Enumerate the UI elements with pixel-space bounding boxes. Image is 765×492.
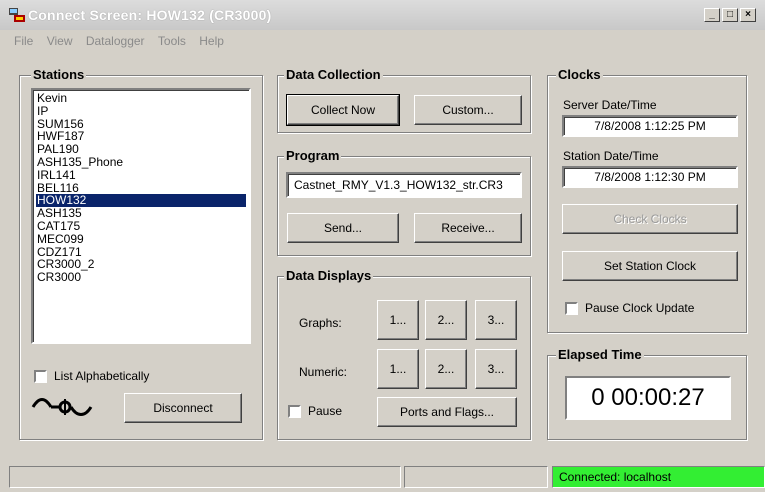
station-time-label: Station Date/Time: [563, 149, 659, 163]
graph-1-button[interactable]: 1...: [377, 300, 419, 340]
graph-3-button[interactable]: 3...: [475, 300, 517, 340]
clocks-title: Clocks: [556, 67, 603, 82]
window-title: Connect Screen: HOW132 (CR3000): [28, 7, 272, 23]
station-time-field: 7/8/2008 1:12:30 PM: [562, 166, 738, 188]
minimize-button[interactable]: _: [704, 8, 720, 22]
graph-2-button[interactable]: 2...: [425, 300, 467, 340]
stations-title: Stations: [31, 67, 87, 82]
connection-signal-icon: [31, 398, 93, 416]
station-list-item[interactable]: IRL141: [36, 168, 246, 182]
pause-checkbox[interactable]: [288, 405, 301, 418]
data-displays-title: Data Displays: [284, 268, 374, 283]
title-bar: Connect Screen: HOW132 (CR3000) _ □ ×: [0, 0, 765, 30]
menu-datalogger[interactable]: Datalogger: [86, 34, 145, 48]
check-clocks-button[interactable]: Check Clocks: [562, 204, 738, 234]
program-filename-field[interactable]: Castnet_RMY_V1.3_HOW132_str.CR3: [286, 172, 522, 198]
menu-file[interactable]: File: [14, 34, 33, 48]
collect-now-button[interactable]: Collect Now: [286, 94, 400, 126]
menu-bar: File View Datalogger Tools Help: [0, 34, 224, 56]
maximize-button[interactable]: □: [722, 8, 738, 22]
data-collection-title: Data Collection: [284, 67, 383, 82]
elapsed-time-title: Elapsed Time: [556, 347, 644, 362]
station-list-item[interactable]: CAT175: [36, 220, 246, 233]
disconnect-button[interactable]: Disconnect: [124, 393, 242, 423]
close-button[interactable]: ×: [740, 8, 756, 22]
server-time-field: 7/8/2008 1:12:25 PM: [562, 115, 738, 137]
pause-clock-update-checkbox[interactable]: [565, 302, 578, 315]
station-list-item[interactable]: CR3000: [36, 271, 246, 284]
station-list-item[interactable]: ASH135_Phone: [36, 156, 246, 169]
pause-clock-update-label: Pause Clock Update: [585, 301, 695, 315]
graphs-label: Graphs:: [299, 316, 342, 330]
list-alphabetically-label: List Alphabetically: [54, 369, 150, 383]
custom-button[interactable]: Custom...: [414, 95, 522, 125]
receive-button[interactable]: Receive...: [414, 213, 522, 243]
menu-view[interactable]: View: [47, 34, 73, 48]
app-icon: [9, 8, 25, 22]
list-alphabetically-checkbox[interactable]: [34, 370, 47, 383]
program-title: Program: [284, 148, 342, 163]
ports-and-flags-button[interactable]: Ports and Flags...: [377, 397, 517, 427]
status-panel-2: [404, 466, 548, 488]
station-list-item[interactable]: Kevin: [36, 92, 246, 105]
numeric-label: Numeric:: [299, 365, 348, 379]
status-panel-1: [9, 466, 401, 488]
numeric-2-button[interactable]: 2...: [425, 349, 467, 389]
menu-help[interactable]: Help: [199, 34, 224, 48]
send-button[interactable]: Send...: [287, 213, 399, 243]
server-time-label: Server Date/Time: [563, 98, 657, 112]
station-list-item[interactable]: IP: [36, 104, 246, 118]
connection-status: Connected: localhost: [552, 466, 765, 488]
numeric-1-button[interactable]: 1...: [377, 349, 419, 389]
station-list-item[interactable]: MEC099: [36, 232, 246, 246]
numeric-3-button[interactable]: 3...: [475, 349, 517, 389]
menu-tools[interactable]: Tools: [158, 34, 186, 48]
pause-label: Pause: [308, 404, 343, 418]
set-station-clock-button[interactable]: Set Station Clock: [562, 251, 738, 281]
stations-list[interactable]: Kevin IP SUM156 HWF187 PAL190 ASH135_Phone IRL…: [31, 88, 251, 344]
elapsed-time-value: 0 00:00:27: [565, 376, 731, 420]
